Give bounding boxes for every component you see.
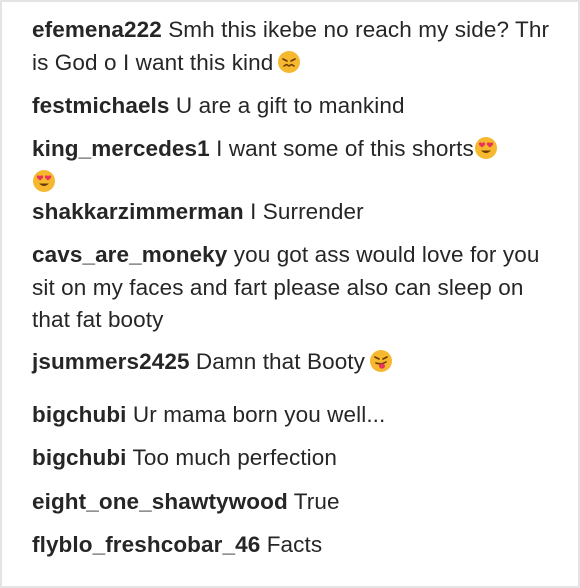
comment-username[interactable]: king_mercedes1 — [32, 136, 210, 161]
comment-text: Damn that Booty — [195, 349, 366, 374]
comments-panel: efemena222 Smh this ikebe no reach my si… — [0, 0, 580, 588]
comment-username[interactable]: cavs_are_moneky — [32, 242, 227, 267]
tongue-face-icon — [370, 350, 393, 372]
comment-text: I Surrender — [250, 199, 364, 224]
comment-text: Facts — [266, 532, 323, 557]
comment-text: Too much perfection — [132, 445, 338, 470]
comment-item: shakkarzimmerman I Surrender — [32, 196, 552, 229]
comment-item: cavs_are_moneky you got ass would love f… — [32, 239, 552, 337]
comment-username[interactable]: eight_one_shawtywood — [32, 489, 288, 514]
heart-eyes-icon — [33, 169, 55, 192]
comment-username[interactable]: jsummers2425 — [32, 349, 190, 374]
comment-item: king_mercedes1 I want some of this short… — [32, 133, 552, 198]
comment-username[interactable]: shakkarzimmerman — [32, 199, 244, 224]
comment-text: I want some of this shorts — [216, 136, 474, 161]
comment-text: True — [293, 489, 340, 514]
comment-item: jsummers2425 Damn that Booty — [32, 346, 552, 379]
heart-eyes-icon — [474, 137, 497, 159]
comment-text: U are a gift to mankind — [175, 93, 405, 118]
comment-item: efemena222 Smh this ikebe no reach my si… — [32, 14, 552, 79]
comment-username[interactable]: bigchubi — [32, 402, 127, 427]
comment-username[interactable]: flyblo_freshcobar_46 — [32, 532, 260, 557]
comment-username[interactable]: efemena222 — [32, 17, 162, 42]
confounded-face-icon — [278, 50, 301, 73]
comment-item: festmichaels U are a gift to mankind — [32, 90, 552, 123]
comment-text: Ur mama born you well... — [132, 402, 386, 427]
comment-username[interactable]: bigchubi — [32, 445, 127, 470]
comment-item: eight_one_shawtywood True — [32, 486, 552, 519]
comment-item: bigchubi Ur mama born you well... — [32, 399, 552, 432]
comment-username[interactable]: festmichaels — [32, 93, 170, 118]
comment-item: flyblo_freshcobar_46 Facts — [32, 529, 552, 562]
comment-item: bigchubi Too much perfection — [32, 442, 552, 475]
